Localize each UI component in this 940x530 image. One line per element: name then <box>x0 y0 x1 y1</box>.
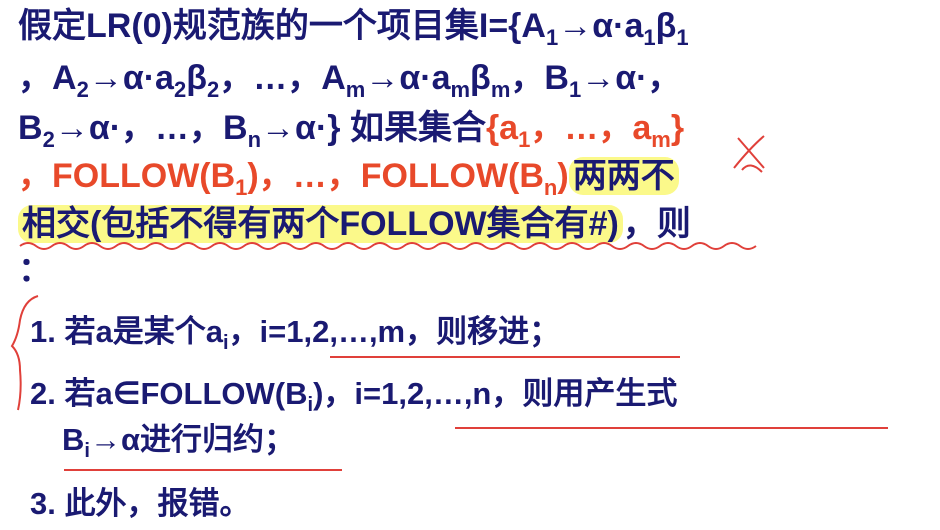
subscript: i <box>84 440 90 462</box>
subscript: 1 <box>676 25 689 50</box>
text-segment: ，…，A <box>219 59 346 97</box>
subscript: m <box>651 127 671 152</box>
text-segment: β <box>470 59 491 97</box>
text-segment: →α·，…，B <box>54 109 248 147</box>
cross-out-mark <box>733 135 765 173</box>
text-segment: 2. 若a∈FOLLOW(B <box>30 376 308 411</box>
definition-line-1: 假定LR(0)规范族的一个项目集I={A1→α·a1β1 <box>18 4 689 52</box>
text-segment: } <box>670 109 685 147</box>
subscript: 1 <box>518 127 531 152</box>
rule-2-reduce: 2. 若a∈FOLLOW(Bi)，i=1,2,…,n，则用产生式 <box>30 374 677 418</box>
text-segment: →α·a <box>88 59 174 97</box>
text-segment: B <box>18 109 43 147</box>
subscript: n <box>543 175 558 200</box>
subscript: 2 <box>42 127 55 152</box>
text-segment: {a <box>485 109 519 147</box>
follow-sets: ，FOLLOW(B1)，…，FOLLOW(Bn) <box>18 157 569 200</box>
definition-line-5: 相交(包括不得有两个FOLLOW集合有#) ，则 <box>18 202 691 246</box>
text-segment: β <box>655 7 677 45</box>
definition-line-6: ： <box>18 248 52 292</box>
subscript: 1 <box>568 77 582 102</box>
definition-line-2: ，A2→α·a2β2，…，Am→α·amβm，B1→α·， <box>18 56 681 104</box>
text-segment: ，FOLLOW(B <box>18 157 236 195</box>
subscript: 2 <box>76 77 89 102</box>
text-segment: B <box>62 422 85 457</box>
text-segment: ，则 <box>622 205 691 243</box>
subscript: m <box>345 77 366 102</box>
text-segment: →α·a <box>558 7 644 45</box>
text-segment: ，i=1,2,…,m，则移进； <box>228 314 561 349</box>
text-segment: ，B <box>510 59 569 97</box>
subscript: m <box>490 77 511 102</box>
rule-1-shift: 1. 若a是某个ai，i=1,2,…,m，则移进； <box>30 312 560 356</box>
text-segment: →α·a <box>365 59 451 97</box>
text-segment: ) <box>557 157 569 195</box>
subscript: 1 <box>643 25 656 50</box>
text-segment: ，…，a <box>530 109 652 147</box>
text-segment: 3. 此外，报错。 <box>30 486 251 521</box>
text-segment: )，…，FOLLOW(B <box>247 157 544 195</box>
text-segment: β <box>186 59 207 97</box>
text-segment: ： <box>18 251 52 289</box>
text-segment: 1. 若a是某个a <box>30 314 223 349</box>
subscript: n <box>247 127 262 152</box>
text-segment: →α进行归约； <box>89 422 296 457</box>
subscript: 2 <box>206 77 220 102</box>
subscript: m <box>450 77 471 102</box>
text-segment: 假定LR(0)规范族的一个项目集I={A <box>18 7 546 45</box>
subscript: 1 <box>235 175 248 200</box>
definition-line-4: ，FOLLOW(B1)，…，FOLLOW(Bn) 两两不 <box>18 154 679 202</box>
subscript: 1 <box>545 25 559 50</box>
highlighted-text: 两两不 <box>568 157 679 195</box>
terminal-set: {a1，…，am} <box>485 109 685 152</box>
rule-2-production: Bi→α进行归约； <box>62 420 295 464</box>
subscript: i <box>307 394 314 416</box>
rule-3-error: 3. 此外，报错。 <box>30 484 250 524</box>
text-segment: ，A <box>18 59 77 97</box>
subscript: 2 <box>173 77 187 102</box>
definition-line-3: B2→α·，…，Bn→α·} 如果集合{a1，…，am} <box>18 106 684 154</box>
subscript: i <box>222 332 229 354</box>
text-segment: )，i=1,2,…,n，则用产生式 <box>313 376 678 411</box>
text-segment: →α·， <box>581 59 682 97</box>
highlighted-text: 相交(包括不得有两个FOLLOW集合有#) <box>18 205 623 243</box>
text-segment: →α·} 如果集合 <box>261 109 486 147</box>
